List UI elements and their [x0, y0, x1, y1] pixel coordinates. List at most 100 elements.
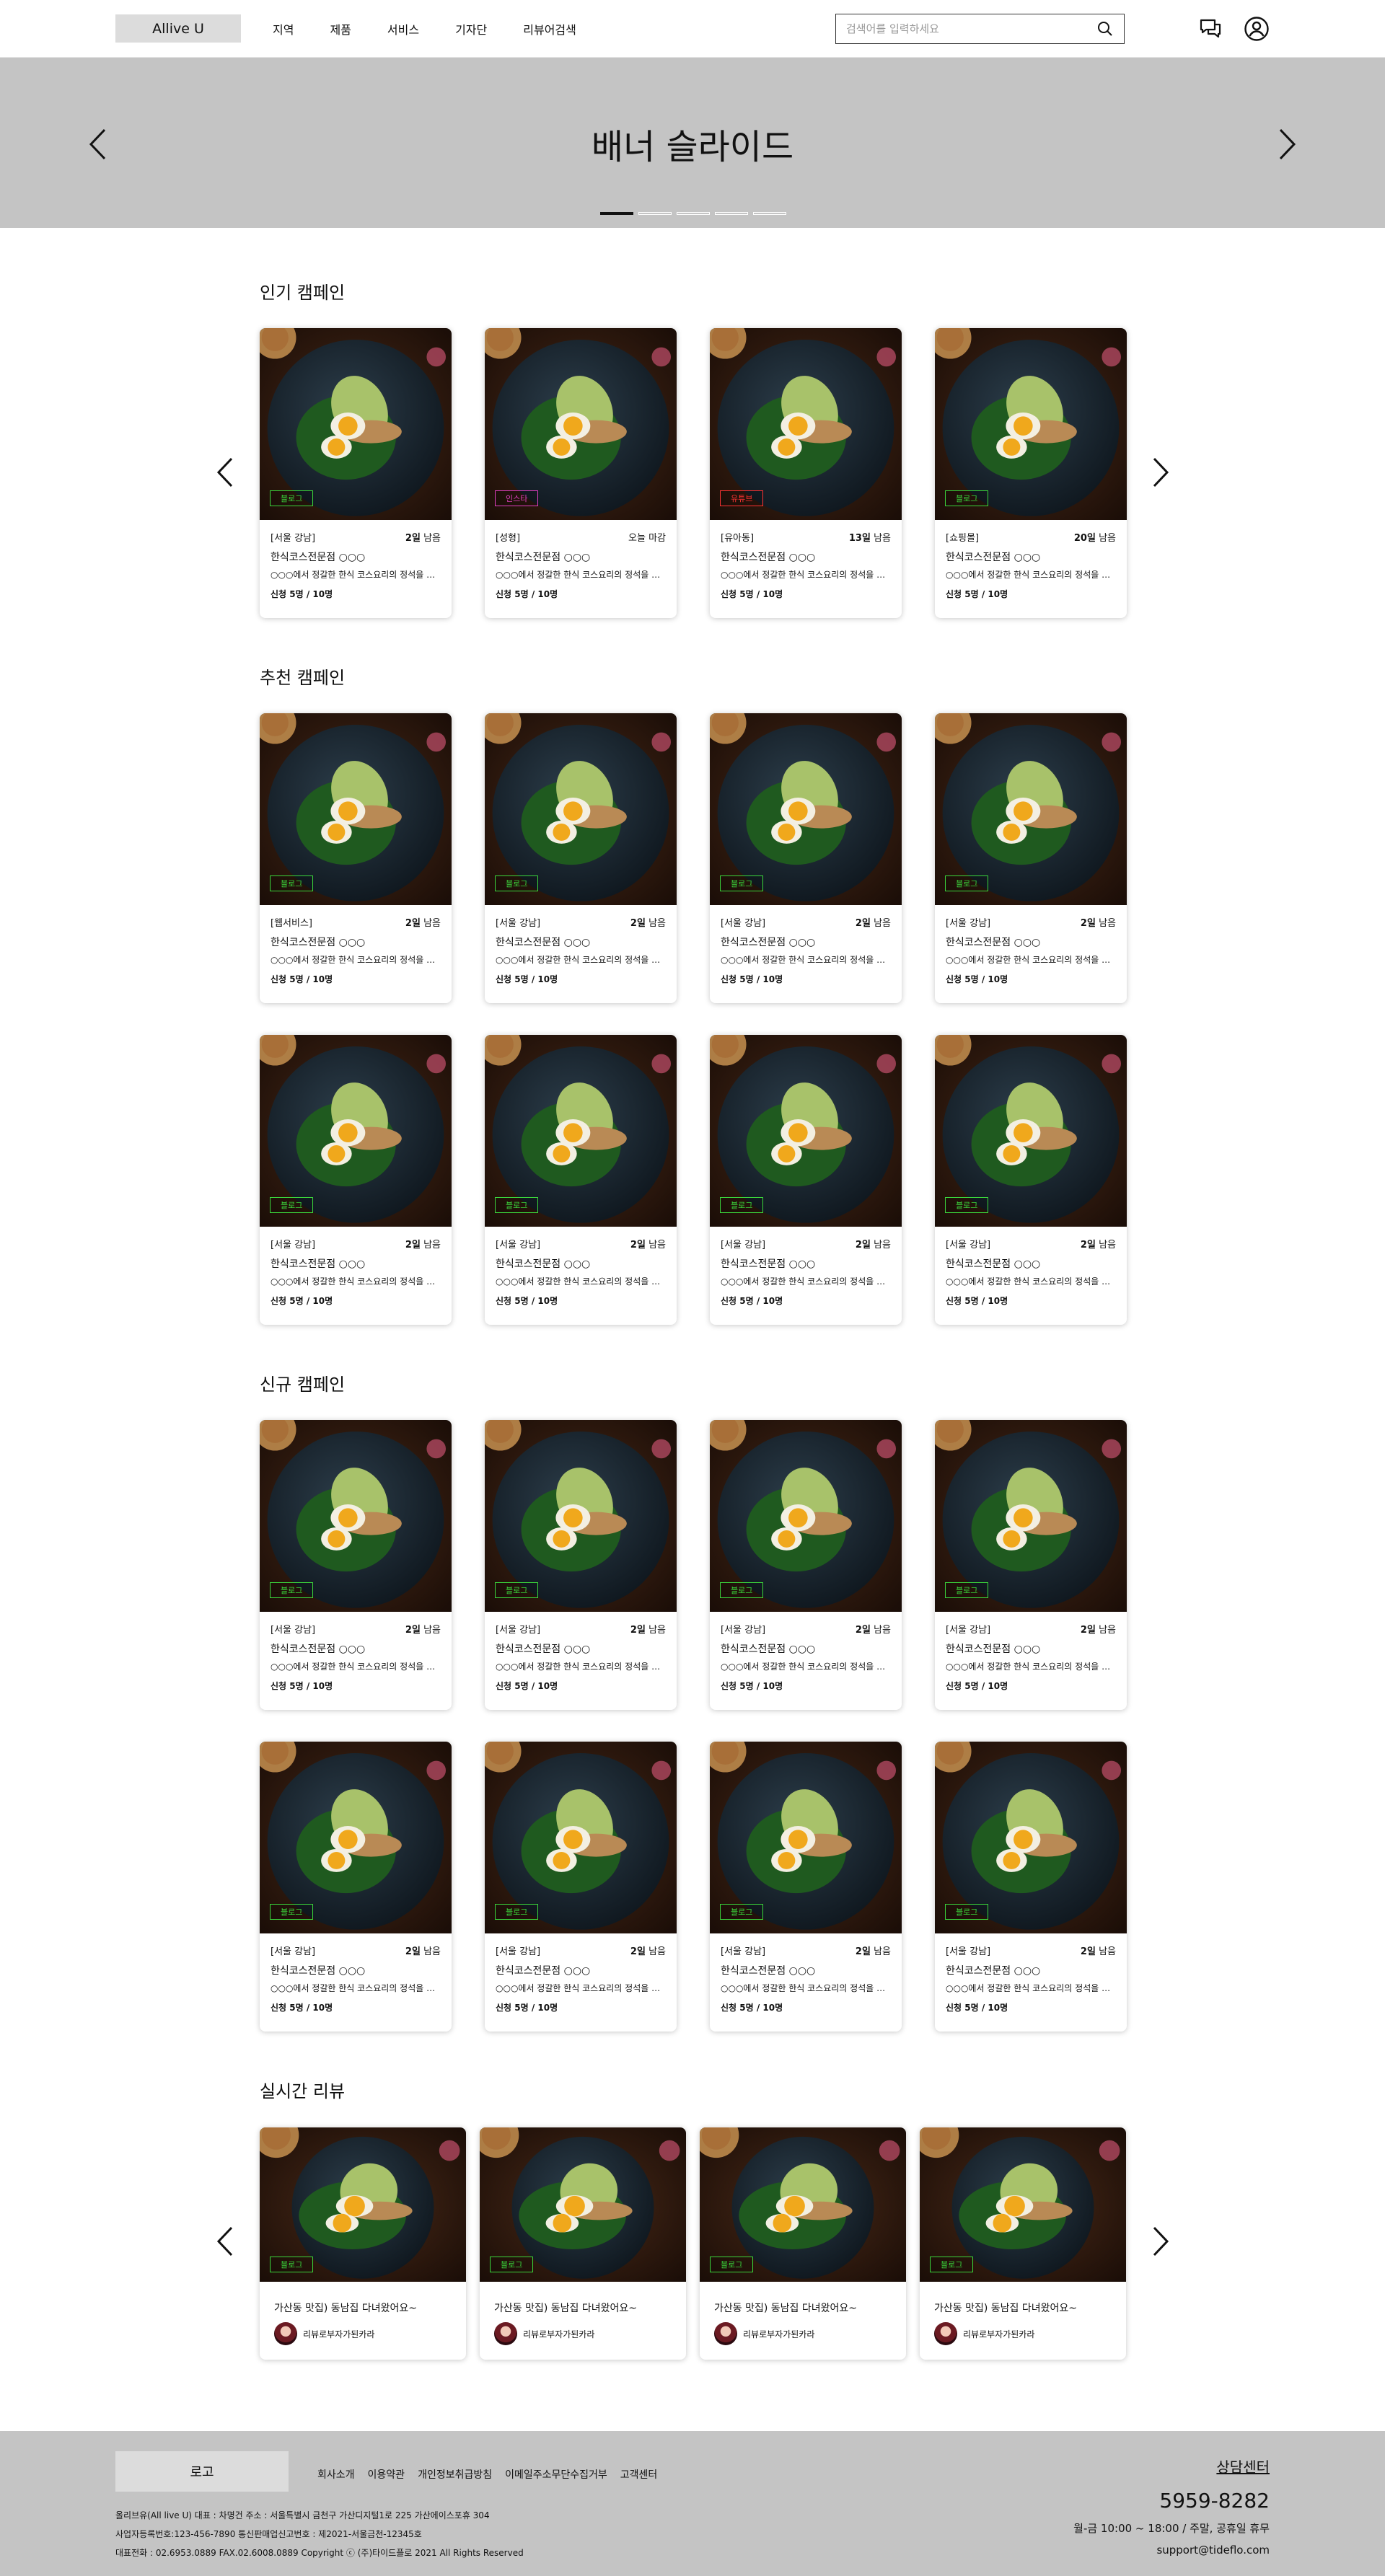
campaign-card[interactable]: 블로그 [서울 강남] 2일 남음 한식코스전문점 ○○○ ○○○에서 정갈한 …: [260, 1420, 452, 1710]
campaign-card[interactable]: 블로그 [웹서비스] 2일 남음 한식코스전문점 ○○○ ○○○에서 정갈한 한…: [260, 713, 452, 1003]
campaign-category: [서울 강남]: [721, 918, 766, 929]
campaign-card[interactable]: 블로그 [서울 강남] 2일 남음 한식코스전문점 ○○○ ○○○에서 정갈한 …: [485, 1742, 677, 2032]
campaign-card[interactable]: 블로그 [서울 강남] 2일 남음 한식코스전문점 ○○○ ○○○에서 정갈한 …: [935, 1420, 1127, 1710]
campaign-deadline: 2일 남음: [630, 1622, 666, 1636]
reviews-next-button[interactable]: [1146, 2223, 1175, 2259]
campaign-name: 한식코스전문점 ○○○: [946, 1965, 1041, 1977]
banner-dot[interactable]: [753, 212, 786, 215]
footer-link-support[interactable]: 고객센터: [620, 2467, 658, 2482]
campaign-card[interactable]: 블로그 [쇼핑몰] 20일 남음 한식코스전문점 ○○○ ○○○에서 정갈한 한…: [935, 328, 1127, 618]
campaign-card[interactable]: 블로그 [서울 강남] 2일 남음 한식코스전문점 ○○○ ○○○에서 정갈한 …: [260, 1742, 452, 2032]
nav-item-reporter[interactable]: 기자단: [455, 20, 487, 38]
search-icon[interactable]: [1096, 20, 1114, 38]
campaign-card[interactable]: 블로그 [서울 강남] 2일 남음 한식코스전문점 ○○○ ○○○에서 정갈한 …: [710, 1742, 902, 2032]
deadline-suffix: 남음: [870, 1946, 891, 1957]
deadline-suffix: 남음: [1095, 533, 1116, 544]
campaign-card[interactable]: 블로그 [서울 강남] 2일 남음 한식코스전문점 ○○○ ○○○에서 정갈한 …: [935, 1035, 1127, 1325]
campaign-category: [서울 강남]: [946, 1240, 991, 1250]
footer-cs-link[interactable]: 상담센터: [1216, 2456, 1270, 2476]
banner-dot[interactable]: [677, 212, 710, 215]
site-header: Allive U 지역 제품 서비스 기자단 리뷰어검색: [0, 0, 1385, 58]
campaign-applicants: 신청 5명 / 10명: [496, 589, 558, 599]
nav-item-service[interactable]: 서비스: [387, 20, 419, 38]
footer-link-privacy[interactable]: 개인정보취급방침: [418, 2467, 492, 2482]
site-logo[interactable]: Allive U: [115, 14, 241, 43]
campaign-card[interactable]: 인스타 [성형] 오늘 마감 한식코스전문점 ○○○ ○○○에서 정갈한 한식 …: [485, 328, 677, 618]
footer-link-about[interactable]: 회사소개: [317, 2467, 355, 2482]
avatar: [714, 2322, 737, 2345]
chat-icon[interactable]: [1196, 14, 1225, 43]
channel-badge: 블로그: [270, 1197, 314, 1213]
campaign-deadline: 2일 남음: [405, 915, 441, 929]
review-card[interactable]: 블로그 가산동 맛집) 동남집 다녀왔어요~ 리뷰로부자가된카라: [260, 2127, 466, 2360]
campaign-card[interactable]: 블로그 [서울 강남] 2일 남음 한식코스전문점 ○○○ ○○○에서 정갈한 …: [260, 1035, 452, 1325]
campaign-name: 한식코스전문점 ○○○: [496, 1965, 591, 1977]
chevron-right-icon: [1279, 128, 1296, 160]
footer-phone: 5959-8282: [1159, 2489, 1270, 2513]
campaign-card[interactable]: 블로그 [서울 강남] 2일 남음 한식코스전문점 ○○○ ○○○에서 정갈한 …: [710, 713, 902, 1003]
deadline-suffix: 남음: [645, 1946, 666, 1957]
campaign-card[interactable]: 블로그 [서울 강남] 2일 남음 한식코스전문점 ○○○ ○○○에서 정갈한 …: [485, 713, 677, 1003]
nav-item-product[interactable]: 제품: [330, 20, 351, 38]
channel-badge: 블로그: [720, 1197, 764, 1213]
deadline-suffix: 남음: [1095, 1946, 1116, 1957]
campaign-card[interactable]: 유튜브 [유아동] 13일 남음 한식코스전문점 ○○○ ○○○에서 정갈한 한…: [710, 328, 902, 618]
channel-badge: 블로그: [270, 2257, 314, 2272]
banner-dot[interactable]: [600, 212, 633, 215]
campaign-category: [서울 강남]: [496, 1946, 541, 1957]
user-profile-icon[interactable]: [1242, 14, 1271, 43]
reviewer-name: 리뷰로부자가된카라: [963, 2329, 1035, 2339]
campaign-card[interactable]: 블로그 [서울 강남] 2일 남음 한식코스전문점 ○○○ ○○○에서 정갈한 …: [935, 713, 1127, 1003]
review-card[interactable]: 블로그 가산동 맛집) 동남집 다녀왔어요~ 리뷰로부자가된카라: [700, 2127, 906, 2360]
campaign-category: [서울 강남]: [721, 1240, 766, 1250]
deadline-days: 2일: [405, 918, 421, 929]
channel-badge: 블로그: [270, 875, 314, 891]
campaign-deadline: 2일 남음: [405, 1237, 441, 1250]
search-input[interactable]: [846, 22, 1096, 35]
campaign-card[interactable]: 블로그 [서울 강남] 2일 남음 한식코스전문점 ○○○ ○○○에서 정갈한 …: [485, 1035, 677, 1325]
review-title: 가산동 맛집) 동남집 다녀왔어요~: [934, 2303, 1077, 2314]
campaign-deadline: 2일 남음: [856, 915, 891, 929]
nav-item-region[interactable]: 지역: [273, 20, 294, 38]
campaign-applicants: 신청 5명 / 10명: [271, 2003, 333, 2013]
footer-link-email-policy[interactable]: 이메일주소무단수집거부: [505, 2467, 607, 2482]
campaign-name: 한식코스전문점 ○○○: [721, 1258, 816, 1270]
banner-dot[interactable]: [638, 212, 672, 215]
campaign-deadline: 2일 남음: [630, 1237, 666, 1250]
section-title-reviews: 실시간 리뷰: [260, 2081, 346, 2101]
campaign-name: 한식코스전문점 ○○○: [271, 1644, 366, 1655]
banner-dot[interactable]: [715, 212, 748, 215]
popular-prev-button[interactable]: [211, 454, 239, 490]
campaign-category: [쇼핑몰]: [946, 533, 980, 544]
deadline-suffix: 남음: [1095, 1240, 1116, 1250]
popular-next-button[interactable]: [1146, 454, 1175, 490]
deadline-suffix: 남음: [870, 918, 891, 929]
campaign-description: ○○○에서 정갈한 한식 코스요리의 정석을 맛보세요: [496, 570, 666, 580]
review-title: 가산동 맛집) 동남집 다녀왔어요~: [494, 2303, 637, 2314]
banner-next-button[interactable]: [1271, 126, 1303, 162]
campaign-card[interactable]: 블로그 [서울 강남] 2일 남음 한식코스전문점 ○○○ ○○○에서 정갈한 …: [710, 1035, 902, 1325]
campaign-deadline: 20일 남음: [1074, 530, 1116, 544]
footer-logo[interactable]: 로고: [115, 2451, 289, 2492]
section-title-new: 신규 캠페인: [260, 1375, 346, 1395]
nav-item-reviewer-search[interactable]: 리뷰어검색: [523, 20, 576, 38]
search-box: [835, 14, 1125, 44]
campaign-applicants: 신청 5명 / 10명: [271, 974, 333, 984]
campaign-description: ○○○에서 정갈한 한식 코스요리의 정석을 맛보세요: [946, 1276, 1116, 1287]
deadline-days: 2일: [630, 1946, 646, 1957]
campaign-description: ○○○에서 정갈한 한식 코스요리의 정석을 맛보세요: [721, 1662, 891, 1672]
channel-badge: 블로그: [495, 1904, 539, 1920]
campaign-card[interactable]: 블로그 [서울 강남] 2일 남음 한식코스전문점 ○○○ ○○○에서 정갈한 …: [260, 328, 452, 618]
channel-badge: 블로그: [495, 875, 539, 891]
campaign-name: 한식코스전문점 ○○○: [496, 1644, 591, 1655]
campaign-name: 한식코스전문점 ○○○: [271, 1258, 366, 1270]
campaign-description: ○○○에서 정갈한 한식 코스요리의 정석을 맛보세요: [271, 1662, 441, 1672]
campaign-card[interactable]: 블로그 [서울 강남] 2일 남음 한식코스전문점 ○○○ ○○○에서 정갈한 …: [485, 1420, 677, 1710]
review-card[interactable]: 블로그 가산동 맛집) 동남집 다녀왔어요~ 리뷰로부자가된카라: [480, 2127, 686, 2360]
reviews-prev-button[interactable]: [211, 2223, 239, 2259]
campaign-card[interactable]: 블로그 [서울 강남] 2일 남음 한식코스전문점 ○○○ ○○○에서 정갈한 …: [710, 1420, 902, 1710]
campaign-description: ○○○에서 정갈한 한식 코스요리의 정석을 맛보세요: [496, 1662, 666, 1672]
campaign-card[interactable]: 블로그 [서울 강남] 2일 남음 한식코스전문점 ○○○ ○○○에서 정갈한 …: [935, 1742, 1127, 2032]
footer-link-terms[interactable]: 이용약관: [368, 2467, 405, 2482]
review-card[interactable]: 블로그 가산동 맛집) 동남집 다녀왔어요~ 리뷰로부자가된카라: [920, 2127, 1126, 2360]
